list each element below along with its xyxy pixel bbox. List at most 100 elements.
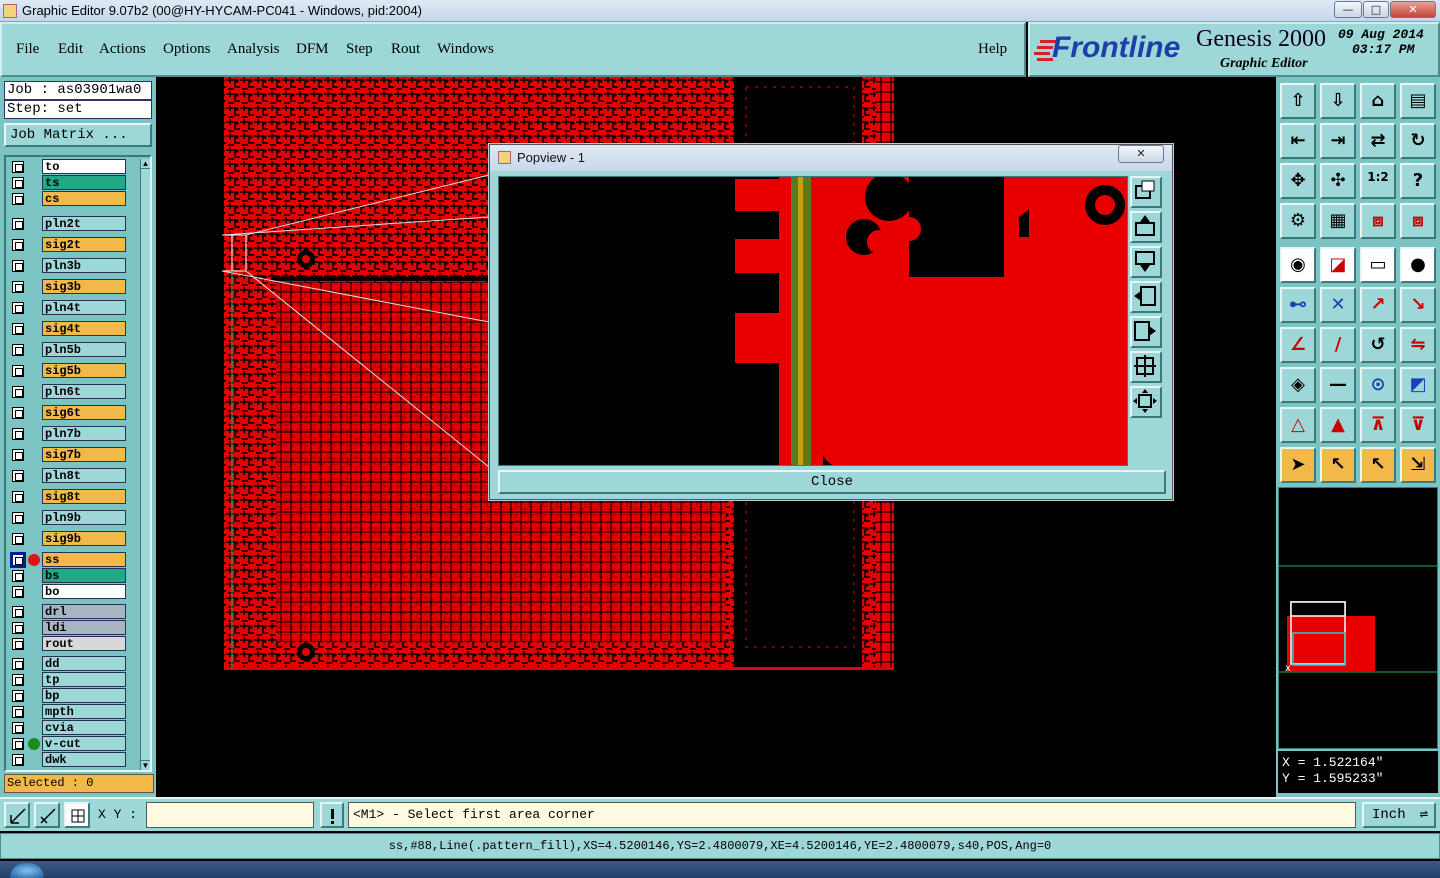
layer-row-ts[interactable]: ts bbox=[8, 175, 132, 191]
shape-icon[interactable]: ◩ bbox=[1400, 367, 1436, 403]
layer-row-pln7b[interactable]: pln7b bbox=[8, 426, 132, 442]
layer-checkbox[interactable] bbox=[12, 302, 24, 314]
select-net-icon[interactable]: ⇲ bbox=[1400, 447, 1436, 483]
layers-highlight-icon[interactable]: ⧈ bbox=[1400, 203, 1436, 239]
layer-row-pln9b[interactable]: pln9b bbox=[8, 510, 132, 526]
layer-checkbox[interactable] bbox=[12, 239, 24, 251]
select-box-icon[interactable]: ↖ bbox=[1320, 447, 1356, 483]
alert-icon[interactable] bbox=[320, 802, 344, 828]
menu-edit[interactable]: Edit bbox=[58, 41, 83, 58]
snap-icon[interactable] bbox=[4, 802, 30, 828]
dfm-flip-icon[interactable]: ⊽ bbox=[1400, 407, 1436, 443]
layer-row-cvia[interactable]: cvia bbox=[8, 720, 132, 736]
draw-line-icon[interactable]: ◪ bbox=[1320, 247, 1356, 283]
menu-rout[interactable]: Rout bbox=[391, 41, 420, 58]
split-line-icon[interactable]: — bbox=[1320, 367, 1356, 403]
layer-checkbox[interactable] bbox=[12, 218, 24, 230]
add-segment-icon[interactable]: ↗ bbox=[1360, 287, 1396, 323]
line-icon[interactable]: / bbox=[1320, 327, 1356, 363]
fit-icon[interactable]: ✥ bbox=[1280, 163, 1316, 199]
popview-pan-down-button[interactable] bbox=[1130, 246, 1162, 278]
popview-zoom-in-button[interactable] bbox=[1130, 351, 1162, 383]
layer-checkbox[interactable] bbox=[12, 706, 24, 718]
layer-checkbox[interactable] bbox=[12, 281, 24, 293]
layer-checkbox[interactable] bbox=[12, 622, 24, 634]
layer-checkbox[interactable] bbox=[12, 193, 24, 205]
layer-checkbox[interactable] bbox=[12, 428, 24, 440]
layer-row-sig4t[interactable]: sig4t bbox=[8, 321, 132, 337]
layer-checkbox[interactable] bbox=[12, 570, 24, 582]
job-matrix-button[interactable]: Job Matrix ... bbox=[4, 123, 152, 147]
connect-nodes-icon[interactable]: ⊷ bbox=[1280, 287, 1316, 323]
window-close-button[interactable]: ✕ bbox=[1390, 1, 1436, 18]
arc-icon[interactable]: ↺ bbox=[1360, 327, 1396, 363]
zoom-house-icon[interactable]: ⌂ bbox=[1360, 83, 1396, 119]
layer-row-sig8t[interactable]: sig8t bbox=[8, 489, 132, 505]
layer-checkbox[interactable] bbox=[12, 754, 24, 766]
popview-pan-right-button[interactable] bbox=[1130, 316, 1162, 348]
layer-row-dwk[interactable]: dwk bbox=[8, 752, 132, 768]
popview-zoom-fit-button[interactable] bbox=[1130, 176, 1162, 208]
layer-checkbox[interactable] bbox=[12, 260, 24, 272]
layer-checkbox[interactable] bbox=[12, 323, 24, 335]
layer-checkbox[interactable] bbox=[12, 365, 24, 377]
layer-checkbox[interactable] bbox=[12, 386, 24, 398]
help-icon[interactable]: ? bbox=[1400, 163, 1436, 199]
center-icon[interactable]: ✣ bbox=[1320, 163, 1356, 199]
layer-row-rout[interactable]: rout bbox=[8, 636, 132, 652]
dfm-angle-icon[interactable]: △ bbox=[1280, 407, 1316, 443]
start-button[interactable] bbox=[10, 863, 44, 878]
layer-row-tp[interactable]: tp bbox=[8, 672, 132, 688]
layer-row-pln6t[interactable]: pln6t bbox=[8, 384, 132, 400]
layer-row-bo[interactable]: bo bbox=[8, 584, 132, 600]
layer-row-pln3b[interactable]: pln3b bbox=[8, 258, 132, 274]
popview-titlebar[interactable]: Popview - 1 ✕ bbox=[490, 145, 1172, 171]
layer-checkbox[interactable] bbox=[12, 658, 24, 670]
select-pointer-icon[interactable]: ➤ bbox=[1280, 447, 1316, 483]
angle-icon[interactable]: ∠ bbox=[1280, 327, 1316, 363]
dfm-peak-icon[interactable]: ▲ bbox=[1320, 407, 1356, 443]
zoom-home-icon[interactable]: ⇧ bbox=[1280, 83, 1316, 119]
units-select[interactable]: Inch ⇌ bbox=[1362, 802, 1436, 828]
menu-windows[interactable]: Windows bbox=[437, 41, 494, 58]
menu-options[interactable]: Options bbox=[163, 41, 211, 58]
popview-close-button[interactable]: Close bbox=[498, 470, 1166, 494]
layer-row-ldi[interactable]: ldi bbox=[8, 620, 132, 636]
layer-checkbox[interactable] bbox=[12, 491, 24, 503]
layer-checkbox[interactable] bbox=[10, 552, 26, 568]
popview-zoom-out-button[interactable] bbox=[1130, 386, 1162, 418]
popview-canvas[interactable] bbox=[498, 176, 1128, 466]
overview-window[interactable]: x bbox=[1278, 487, 1439, 749]
layer-row-sig3b[interactable]: sig3b bbox=[8, 279, 132, 295]
ruler-icon[interactable]: ▭ bbox=[1360, 247, 1396, 283]
grid-mode-icon[interactable] bbox=[64, 802, 90, 828]
layer-checkbox[interactable] bbox=[12, 470, 24, 482]
layer-list-scrollbar[interactable]: ▲ ▼ bbox=[140, 159, 150, 770]
mirror-icon[interactable]: ⇋ bbox=[1400, 327, 1436, 363]
measure-mode-icon[interactable] bbox=[34, 802, 60, 828]
menu-step[interactable]: Step bbox=[346, 41, 373, 58]
maximize-button[interactable]: □ bbox=[1363, 1, 1389, 18]
layer-row-sig2t[interactable]: sig2t bbox=[8, 237, 132, 253]
layer-checkbox[interactable] bbox=[12, 407, 24, 419]
zoom-down-icon[interactable]: ⇩ bbox=[1320, 83, 1356, 119]
layer-row-sig6t[interactable]: sig6t bbox=[8, 405, 132, 421]
layer-checkbox[interactable] bbox=[12, 638, 24, 650]
circle-icon[interactable]: ● bbox=[1400, 247, 1436, 283]
layer-checkbox[interactable] bbox=[12, 533, 24, 545]
minimize-button[interactable]: — bbox=[1334, 1, 1362, 18]
delete-node-icon[interactable]: ✕ bbox=[1320, 287, 1356, 323]
layer-checkbox[interactable] bbox=[12, 449, 24, 461]
center-mark-icon[interactable]: ⊙ bbox=[1360, 367, 1396, 403]
layer-checkbox[interactable] bbox=[12, 690, 24, 702]
layer-row-cs[interactable]: cs bbox=[8, 191, 132, 207]
layer-row-pln2t[interactable]: pln2t bbox=[8, 216, 132, 232]
layer-checkbox[interactable] bbox=[12, 512, 24, 524]
layer-row-pln4t[interactable]: pln4t bbox=[8, 300, 132, 316]
xy-input[interactable] bbox=[146, 802, 314, 828]
layer-row-pln8t[interactable]: pln8t bbox=[8, 468, 132, 484]
layer-checkbox[interactable] bbox=[12, 344, 24, 356]
menu-analysis[interactable]: Analysis bbox=[227, 41, 280, 58]
layer-checkbox[interactable] bbox=[12, 674, 24, 686]
layers-compare-icon[interactable]: ⧈ bbox=[1360, 203, 1396, 239]
